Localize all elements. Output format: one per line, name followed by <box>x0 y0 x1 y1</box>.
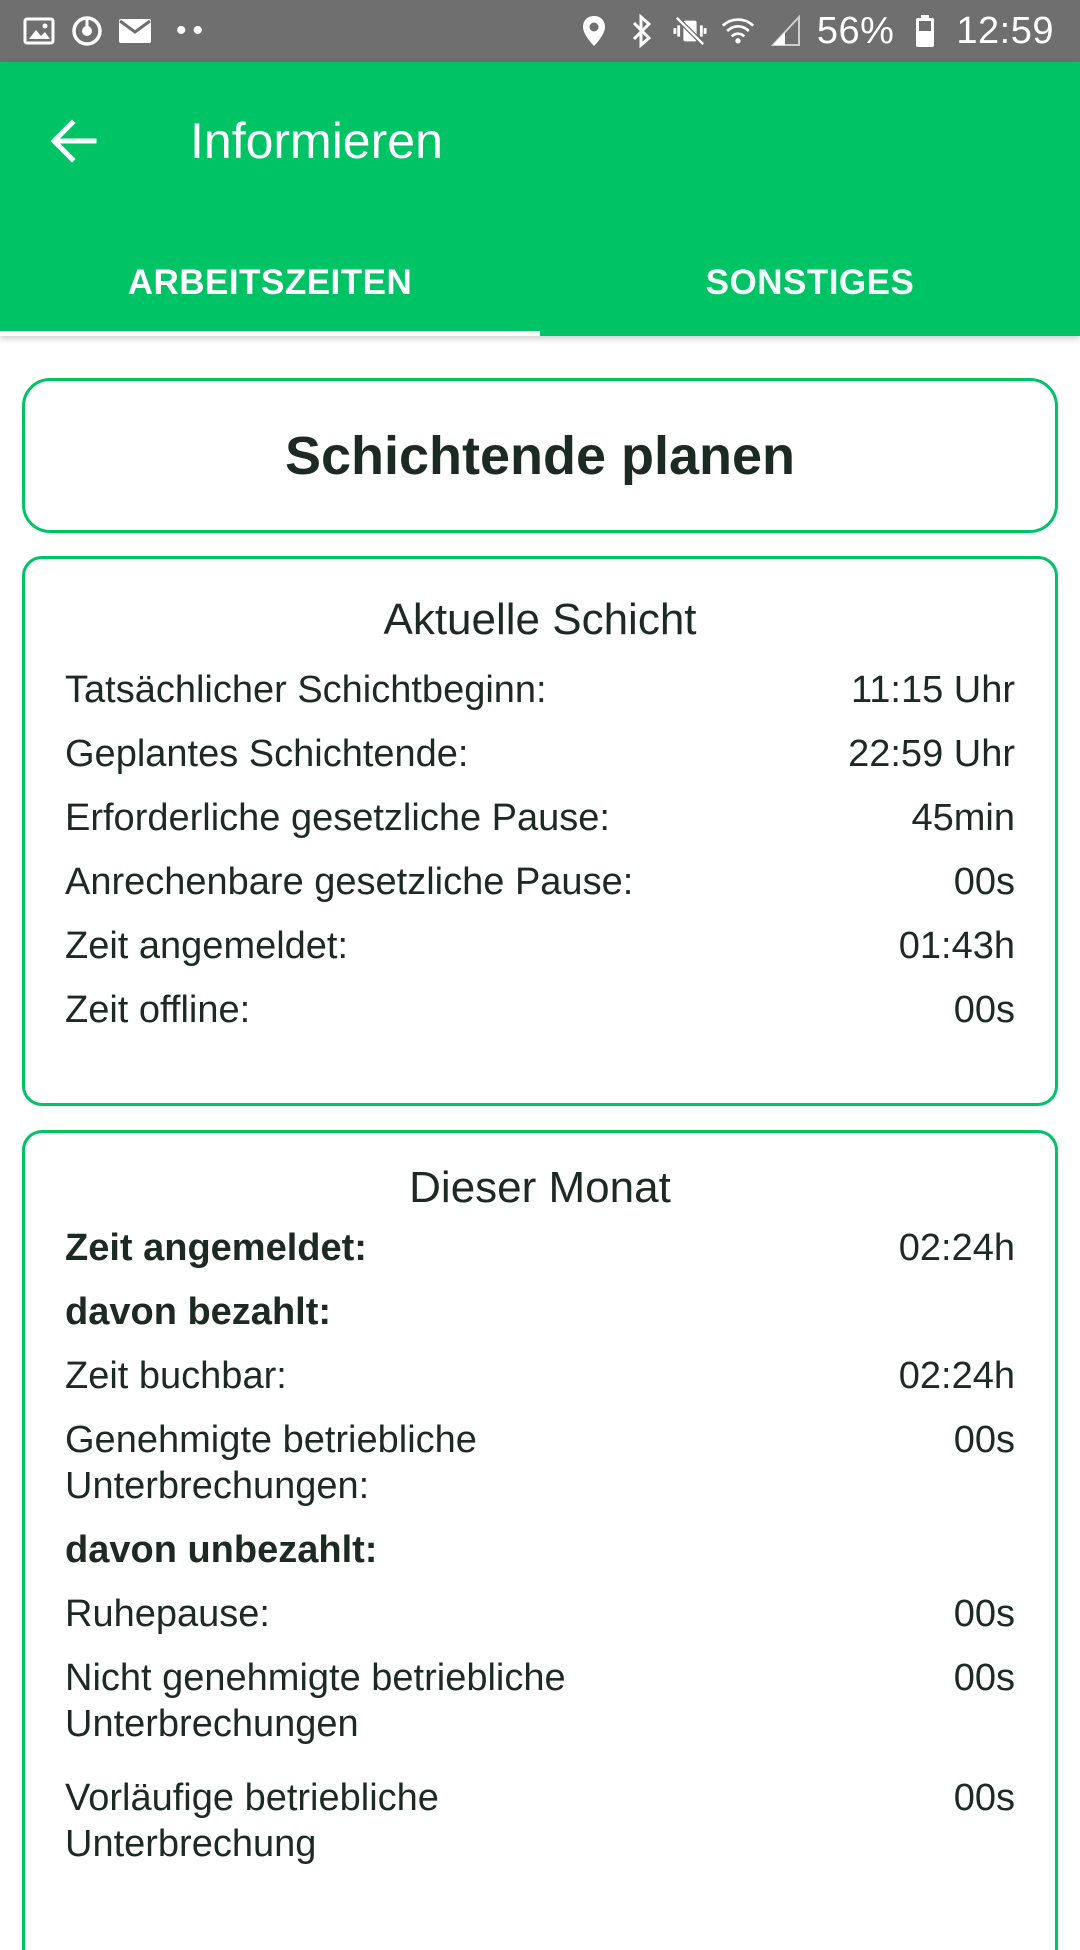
tab-sonstiges[interactable]: SONSTIGES <box>540 230 1080 336</box>
tab-arbeitszeiten[interactable]: ARBEITSZEITEN <box>0 230 540 336</box>
info-row: Zeit buchbar: 02:24h <box>65 1353 1015 1417</box>
row-value: 22:59 Uhr <box>848 733 1015 775</box>
row-label: Genehmigte betriebliche Unterbrechungen: <box>65 1419 477 1507</box>
info-row: Zeit offline: 00s <box>65 987 1015 1051</box>
wifi-icon <box>721 14 755 48</box>
row-label: Zeit buchbar: <box>65 1355 287 1397</box>
row-label: Zeit angemeldet: <box>65 925 349 967</box>
mail-notification-icon <box>118 14 152 48</box>
row-value: 02:24h <box>898 1355 1015 1397</box>
row-value: 01:43h <box>898 925 1015 967</box>
info-row: Nicht genehmigte betriebliche Unterbrech… <box>65 1655 1015 1775</box>
vibrate-mute-icon <box>673 14 707 48</box>
row-value: 00s <box>953 1777 1015 1819</box>
info-row: Ruhepause: 00s <box>65 1591 1015 1655</box>
section-heading: davon unbezahlt: <box>65 1527 1015 1591</box>
row-value: 45min <box>911 797 1016 839</box>
info-row: Anrechenbare gesetzliche Pause: 00s <box>65 859 1015 923</box>
info-row: Tatsächlicher Schichtbeginn: 11:15 Uhr <box>65 667 1015 731</box>
battery-icon <box>908 14 942 48</box>
tab-bar: ARBEITSZEITEN SONSTIGES <box>0 230 1080 336</box>
app-bar: Informieren ARBEITSZEITEN SONSTIGES <box>0 62 1080 336</box>
info-row: Zeit angemeldet: 01:43h <box>65 923 1015 987</box>
image-notification-icon <box>22 14 56 48</box>
row-value: 11:15 Uhr <box>850 669 1015 711</box>
row-label: Erforderliche gesetzliche Pause: <box>65 797 610 839</box>
back-arrow-icon <box>50 119 97 163</box>
row-label: Ruhepause: <box>65 1593 270 1635</box>
current-shift-title: Aktuelle Schicht <box>383 595 697 644</box>
row-label: Zeit offline: <box>65 989 251 1031</box>
row-label: Vorläufige betriebliche Unterbrechung <box>65 1777 439 1865</box>
info-row: Genehmigte betriebliche Unterbrechungen:… <box>65 1417 1015 1527</box>
info-row: Geplantes Schichtende: 22:59 Uhr <box>65 731 1015 795</box>
section-heading: davon bezahlt: <box>65 1289 1015 1353</box>
page-title: Informieren <box>190 113 443 169</box>
row-label: Nicht genehmigte betriebliche Unterbrech… <box>65 1657 566 1745</box>
more-notifications-icon: •• <box>176 14 210 47</box>
row-label: davon unbezahlt: <box>65 1529 378 1571</box>
bluetooth-icon <box>625 14 659 48</box>
row-value: 02:24h <box>898 1227 1015 1269</box>
plan-shift-end-button[interactable]: Schichtende planen <box>22 378 1058 533</box>
battery-percentage: 56% <box>816 9 895 52</box>
clock: 12:59 <box>956 9 1054 52</box>
row-value: 00s <box>953 989 1015 1031</box>
back-button[interactable] <box>40 107 108 175</box>
row-value: 00s <box>953 1657 1015 1699</box>
signal-icon <box>769 14 803 48</box>
status-bar: •• 56% 12:59 <box>0 0 1080 62</box>
this-month-card: Dieser Monat Zeit angemeldet: 02:24h dav… <box>22 1130 1058 1950</box>
status-bar-notifications: •• <box>22 14 209 48</box>
row-value: 00s <box>953 1419 1015 1461</box>
row-label: Anrechenbare gesetzliche Pause: <box>65 861 634 903</box>
row-label: Geplantes Schichtende: <box>65 733 469 775</box>
row-value: 00s <box>953 1593 1015 1635</box>
status-bar-system: 56% 12:59 <box>577 10 1054 53</box>
location-icon <box>577 14 611 48</box>
sync-notification-icon <box>70 14 104 48</box>
row-label: davon bezahlt: <box>65 1291 332 1333</box>
info-row: Zeit angemeldet: 02:24h <box>65 1225 1015 1289</box>
info-row: Erforderliche gesetzliche Pause: 45min <box>65 795 1015 859</box>
current-shift-card: Aktuelle Schicht Tatsächlicher Schichtbe… <box>22 556 1058 1106</box>
row-label: Tatsächlicher Schichtbeginn: <box>65 669 547 711</box>
row-label: Zeit angemeldet: <box>65 1227 367 1269</box>
this-month-title: Dieser Monat <box>409 1163 671 1212</box>
row-value: 00s <box>953 861 1015 903</box>
info-row: Vorläufige betriebliche Unterbrechung 00… <box>65 1775 1015 1885</box>
